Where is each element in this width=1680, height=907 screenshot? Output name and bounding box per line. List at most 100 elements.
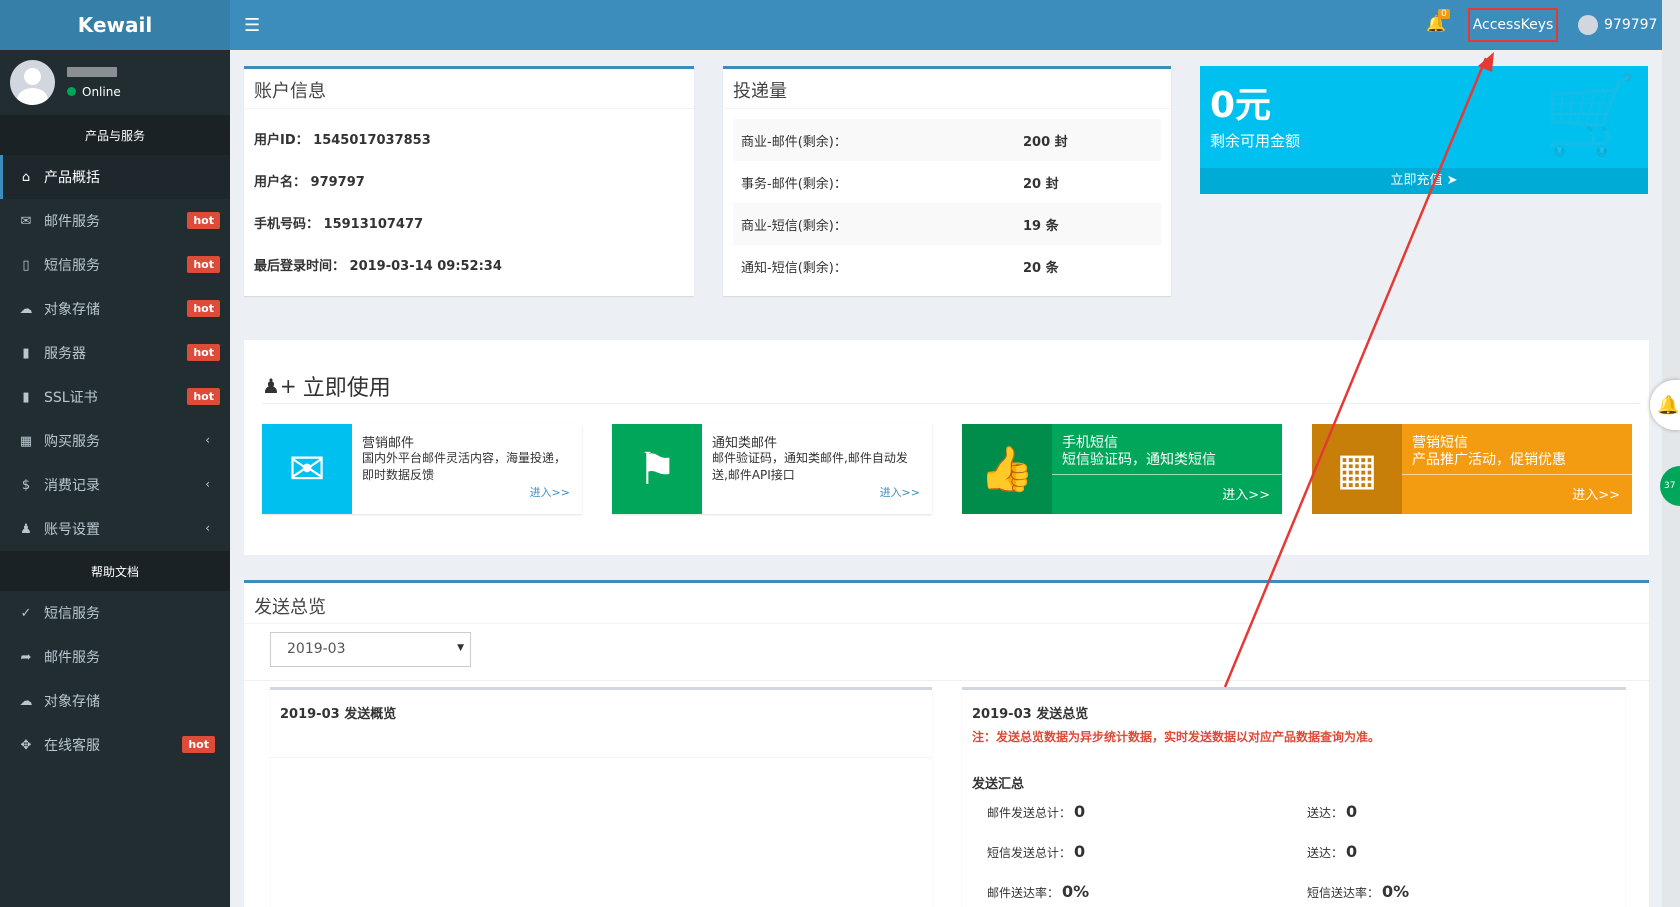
notification-count-badge: 0 [1438, 9, 1450, 19]
tile-enter-link[interactable]: 进入>> [880, 484, 920, 500]
sidebar-item-label: 产品概括 [44, 170, 100, 186]
sms-delivered-value: 0 [1346, 842, 1358, 861]
help-item-support[interactable]: ✥ 在线客服 hot [0, 723, 230, 767]
sidebar-item-ssl[interactable]: ▮ SSL证书 hot [0, 375, 230, 419]
divider [244, 623, 1649, 624]
month-select[interactable]: 2019-03 ▼ [270, 632, 471, 667]
divider [1402, 474, 1632, 475]
bell-float-icon[interactable]: 🔔 [1650, 380, 1680, 430]
mail-total-label: 邮件发送总计： [987, 806, 1072, 820]
sidebar-item-label: SSL证书 [44, 390, 98, 406]
help-item-mail[interactable]: ➦ 邮件服务 [0, 635, 230, 679]
calendar-icon: ▦ [1312, 424, 1402, 514]
quick-use-section: ♟+ 立即使用 ✉ 营销邮件 国内外平台邮件灵活内容，海量投递，即时数据反馈 进… [244, 340, 1649, 555]
sidebar-item-label: 在线客服 [44, 738, 100, 754]
mail-rate-metric: 邮件送达率： 0% [987, 882, 1089, 901]
sidebar-item-label: 对象存储 [44, 302, 100, 318]
sidebar-item-overview[interactable]: ⌂ 产品概括 [0, 155, 230, 199]
tile-sms[interactable]: 👍 手机短信 短信验证码，通知类短信 进入>> [962, 424, 1282, 514]
mail-delivered-value: 0 [1346, 802, 1358, 821]
divider [1052, 474, 1282, 475]
dollar-icon: $ [21, 477, 31, 493]
sidebar-item-label: 购买服务 [44, 434, 100, 450]
sidebar-item-server[interactable]: ▮ 服务器 hot [0, 331, 230, 375]
scrollbar-strip[interactable] [1662, 0, 1680, 907]
sidebar-item-mail[interactable]: ✉ 邮件服务 hot [0, 199, 230, 243]
balance-box: 0元 剩余可用金额 🛒 立即充值 ➤ [1200, 66, 1648, 194]
mail-rate-label: 邮件送达率： [987, 886, 1060, 900]
delivery-row-label: 事务-邮件(剩余)： [741, 176, 847, 192]
user-panel: Online [0, 50, 230, 115]
sidebar-item-label: 邮件服务 [44, 214, 100, 230]
mail-total-metric: 邮件发送总计： 0 [987, 802, 1085, 821]
menu-header-help: 帮助文档 [0, 551, 230, 591]
sidebar-item-label: 短信服务 [44, 606, 100, 622]
send-overview-box: 发送总览 2019-03 ▼ 2019-03 发送概览 2019-03 发送总览… [244, 580, 1649, 907]
hot-badge: hot [187, 256, 220, 273]
user-status-label: Online [82, 84, 121, 99]
user-id-line: 用户ID： 1545017037853 [254, 129, 431, 148]
sms-rate-metric: 短信送达率： 0% [1307, 882, 1409, 901]
quick-use-title-text: 立即使用 [302, 376, 391, 401]
hot-badge: hot [187, 388, 220, 405]
hamburger-menu-icon[interactable]: ☰ [244, 15, 260, 36]
username-value: 979797 [310, 175, 365, 190]
sms-rate-label: 短信送达率： [1307, 886, 1380, 900]
user-status: Online [67, 85, 121, 99]
async-data-note: 注：发送总览数据为异步统计数据，实时发送数据以对应产品数据查询为准。 [972, 730, 1381, 744]
sidebar-item-billing[interactable]: $ 消费记录 ‹ [0, 463, 230, 507]
menu-header-products: 产品与服务 [0, 115, 230, 155]
access-keys-link[interactable]: AccessKeys [1468, 8, 1558, 42]
divider [262, 403, 1639, 404]
sidebar-item-purchase[interactable]: ▦ 购买服务 ‹ [0, 419, 230, 463]
user-plus-icon: ♟+ [262, 374, 297, 398]
recharge-link[interactable]: 立即充值 ➤ [1200, 168, 1648, 194]
sidebar: Kewail Online 产品与服务 ⌂ 产品概括 ✉ 邮件服务 hot ▯ … [0, 0, 230, 907]
home-icon: ⌂ [21, 169, 31, 185]
last-login-value: 2019-03-14 09:52:34 [349, 259, 502, 274]
username-label: 用户名： [254, 175, 307, 190]
quick-use-title: ♟+ 立即使用 [262, 370, 391, 402]
delivery-row: 通知-短信(剩余)： 20 条 [733, 245, 1161, 287]
book-icon: ▮ [22, 345, 30, 361]
delivery-row-value: 19 条 [1023, 218, 1059, 234]
share-icon: ➦ [20, 649, 32, 665]
user-menu[interactable]: 979797 [1578, 15, 1657, 35]
phone-value: 15913107477 [323, 217, 424, 232]
sidebar-item-sms[interactable]: ▯ 短信服务 hot [0, 243, 230, 287]
sidebar-item-label: 账号设置 [44, 522, 100, 538]
delivery-row: 事务-邮件(剩余)： 20 封 [733, 161, 1161, 203]
user-name-redacted [67, 66, 117, 77]
tile-enter-link[interactable]: 进入>> [1572, 484, 1620, 503]
tile-marketing-sms[interactable]: ▦ 营销短信 产品推广活动，促销优惠 进入>> [1312, 424, 1632, 514]
sidebar-item-account[interactable]: ♟ 账号设置 ‹ [0, 507, 230, 551]
wrench-icon: ✓ [20, 605, 32, 621]
username-line: 用户名： 979797 [254, 171, 365, 190]
tile-enter-link[interactable]: 进入>> [530, 484, 570, 500]
mail-delivered-metric: 送达： 0 [1307, 802, 1357, 821]
caret-down-icon: ▼ [457, 643, 464, 653]
sms-delivered-label: 送达： [1307, 846, 1344, 860]
user-id-value: 1545017037853 [313, 133, 431, 148]
tile-desc: 产品推广活动，促销优惠 [1412, 452, 1566, 468]
mail-rate-value: 0% [1062, 882, 1090, 901]
tile-enter-link[interactable]: 进入>> [1222, 484, 1270, 503]
tile-marketing-email[interactable]: ✉ 营销邮件 国内外平台邮件灵活内容，海量投递，即时数据反馈 进入>> [262, 424, 582, 514]
monthly-summary-panel: 2019-03 发送总览 注：发送总览数据为异步统计数据，实时发送数据以对应产品… [962, 687, 1626, 907]
divider [244, 680, 1649, 681]
hot-badge: hot [187, 300, 220, 317]
sms-total-metric: 短信发送总计： 0 [987, 842, 1085, 861]
help-item-sms[interactable]: ✓ 短信服务 [0, 591, 230, 635]
sidebar-item-storage[interactable]: ☁ 对象存储 hot [0, 287, 230, 331]
tile-name: 营销邮件 [362, 436, 415, 451]
help-item-storage[interactable]: ☁ 对象存储 [0, 679, 230, 723]
tile-desc: 短信验证码，通知类短信 [1062, 452, 1216, 468]
sidebar-item-label: 邮件服务 [44, 650, 100, 666]
monthly-summary-title: 2019-03 发送总览 [972, 707, 1089, 722]
account-info-title: 账户信息 [244, 69, 694, 109]
app-logo[interactable]: Kewail [0, 0, 230, 50]
tile-notification-email[interactable]: ⚑ 通知类邮件 邮件验证码，通知类邮件,邮件自动发送,邮件API接口 进入>> [612, 424, 932, 514]
user-avatar-icon [1578, 15, 1598, 35]
move-icon: ✥ [20, 737, 32, 753]
sidebar-item-label: 对象存储 [44, 694, 100, 710]
